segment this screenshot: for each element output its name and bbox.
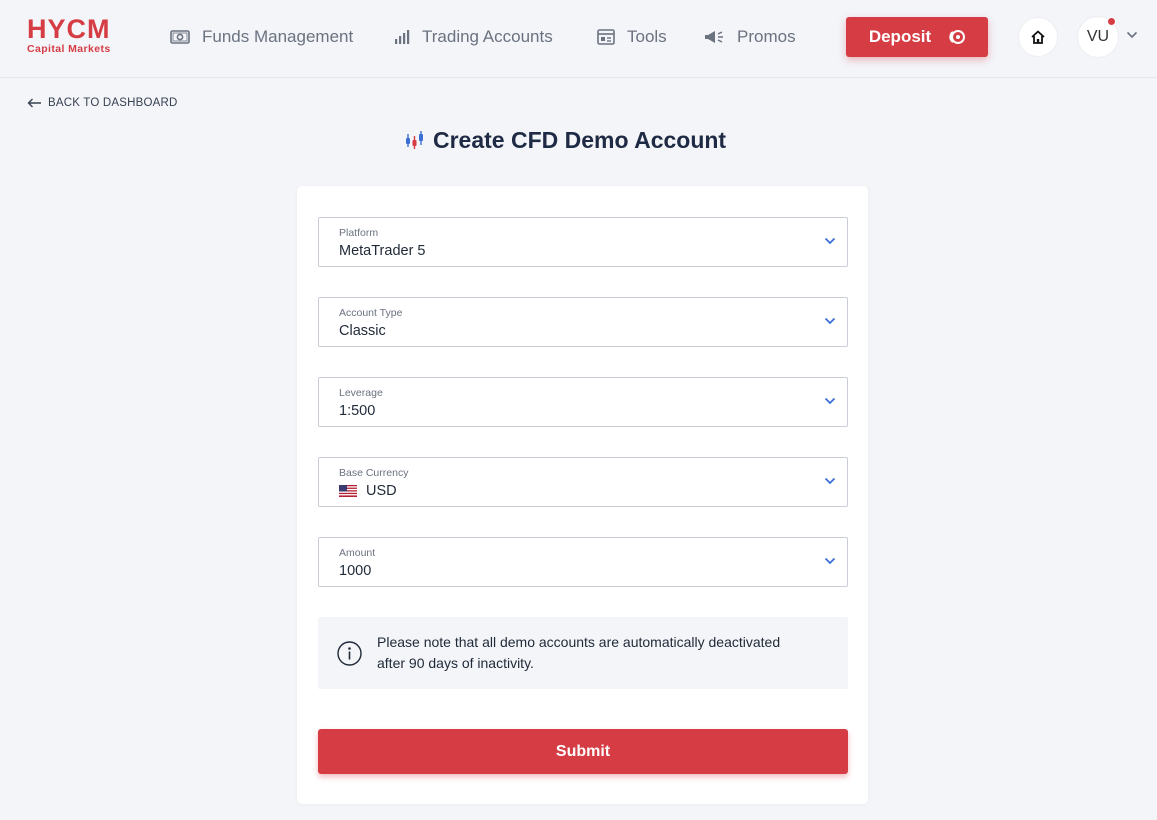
account-type-label: Account Type	[339, 307, 403, 319]
nav-tools[interactable]: Tools	[597, 24, 667, 50]
nav-funds-management[interactable]: Funds Management	[170, 24, 353, 50]
platform-label: Platform	[339, 227, 379, 239]
back-link-label: BACK TO DASHBOARD	[48, 97, 178, 109]
deposit-button[interactable]: Deposit	[846, 17, 988, 57]
submit-label: Submit	[555, 742, 611, 760]
top-header: HYCM Capital Markets Funds Management Tr…	[0, 0, 1157, 78]
leverage-value-text: 1:500	[339, 403, 376, 419]
amount-label: Amount	[339, 547, 376, 559]
chevron-down-icon	[824, 557, 836, 565]
amount-select[interactable]: Amount 1000	[318, 537, 848, 587]
deposit-label: Deposit	[868, 27, 932, 46]
nav-promos-label: Promos	[737, 27, 796, 46]
account-type-value-text: Classic	[339, 323, 386, 339]
base-currency-select[interactable]: Base Currency USD	[318, 457, 848, 507]
bar-chart-icon	[395, 30, 410, 44]
logo-sub-text: Capital Markets	[27, 43, 111, 55]
page-title: Create CFD Demo Account	[405, 124, 726, 156]
leverage-value: 1:500	[339, 403, 375, 419]
candlestick-icon	[406, 131, 423, 149]
chevron-down-icon	[824, 237, 836, 245]
leverage-label: Leverage	[339, 387, 383, 399]
inactivity-note: Please note that all demo accounts are a…	[318, 617, 848, 689]
home-button[interactable]	[1018, 17, 1058, 57]
nav-trading-accounts[interactable]: Trading Accounts	[394, 24, 553, 50]
amount-value-text: 1000	[339, 563, 372, 579]
account-type-select[interactable]: Account Type Classic	[318, 297, 848, 347]
amount-value: 1000	[339, 563, 371, 579]
chevron-down-icon	[824, 397, 836, 405]
nav-tools-label: Tools	[627, 27, 667, 46]
account-type-value: Classic	[339, 323, 386, 339]
coins-icon	[949, 30, 966, 44]
money-icon	[170, 30, 190, 44]
submit-button[interactable]: Submit	[318, 729, 848, 774]
nav-promos[interactable]: Promos	[703, 24, 796, 50]
base-currency-value: USD	[339, 483, 397, 499]
tools-window-icon	[597, 29, 615, 45]
nav-trading-label: Trading Accounts	[422, 27, 553, 46]
us-flag-icon	[339, 485, 357, 497]
page-title-text: Create CFD Demo Account	[433, 126, 727, 153]
platform-select[interactable]: Platform MetaTrader 5	[318, 217, 848, 267]
leverage-select[interactable]: Leverage 1:500	[318, 377, 848, 427]
back-to-dashboard-link[interactable]: BACK TO DASHBOARD	[27, 96, 178, 110]
platform-value: MetaTrader 5	[339, 243, 426, 259]
base-currency-label: Base Currency	[339, 467, 409, 479]
create-account-card: Platform MetaTrader 5 Account Type Class…	[297, 186, 868, 804]
avatar-initials: VU	[1086, 28, 1110, 45]
arrow-left-icon	[27, 98, 41, 108]
home-icon	[1031, 30, 1045, 44]
base-currency-value-text: USD	[366, 483, 397, 499]
nav-funds-label: Funds Management	[202, 27, 354, 46]
note-text: Please note that all demo accounts are a…	[377, 634, 781, 671]
platform-value-text: MetaTrader 5	[339, 243, 426, 259]
hycm-logo[interactable]: HYCM Capital Markets	[27, 15, 122, 57]
notification-dot	[1107, 17, 1116, 26]
chevron-down-icon	[824, 317, 836, 325]
logo-main-text: HYCM	[27, 14, 111, 44]
megaphone-icon	[705, 31, 723, 43]
info-icon	[337, 641, 362, 666]
chevron-down-icon	[824, 477, 836, 485]
chevron-down-icon[interactable]	[1126, 31, 1138, 39]
